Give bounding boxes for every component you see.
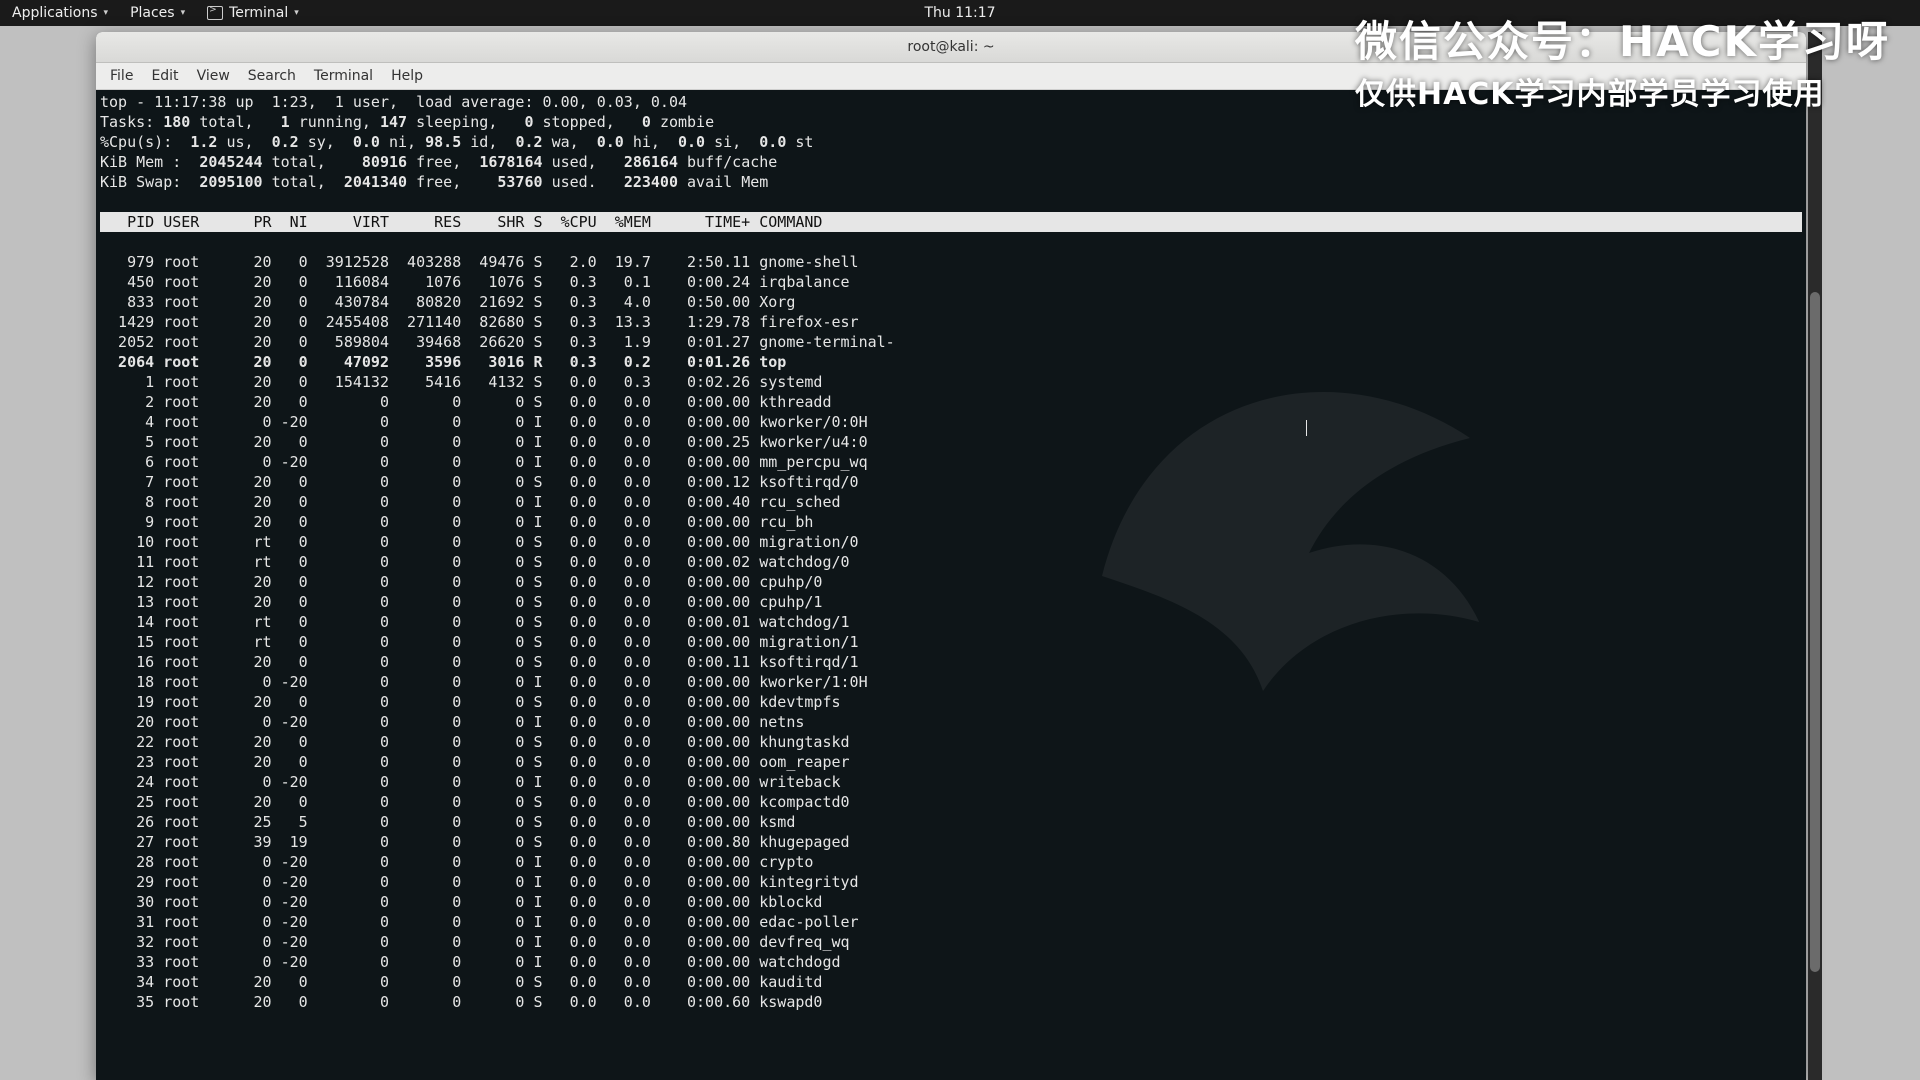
terminal-app-menu[interactable]: Terminal ▾ (207, 5, 299, 21)
menu-terminal[interactable]: Terminal (314, 68, 373, 84)
window-titlebar[interactable]: root@kali: ~ (96, 32, 1806, 63)
terminal-icon (207, 6, 223, 20)
terminal-body[interactable]: top - 11:17:38 up 1:23, 1 user, load ave… (96, 90, 1806, 1080)
vertical-scrollbar[interactable] (1808, 32, 1822, 1080)
places-label: Places (130, 5, 175, 21)
window-title: root@kali: ~ (907, 39, 994, 55)
window-menubar: File Edit View Search Terminal Help (96, 63, 1806, 90)
places-menu[interactable]: Places ▾ (130, 5, 185, 21)
menu-view[interactable]: View (197, 68, 230, 84)
top-output: top - 11:17:38 up 1:23, 1 user, load ave… (100, 92, 1802, 1012)
applications-menu[interactable]: Applications ▾ (12, 5, 108, 21)
terminal-window: root@kali: ~ File Edit View Search Termi… (96, 32, 1806, 1080)
clock[interactable]: Thu 11:17 (924, 5, 995, 21)
menu-file[interactable]: File (110, 68, 133, 84)
menu-search[interactable]: Search (248, 68, 296, 84)
text-cursor (1306, 420, 1307, 436)
applications-label: Applications (12, 5, 98, 21)
chevron-down-icon: ▾ (104, 8, 109, 18)
menu-edit[interactable]: Edit (151, 68, 178, 84)
menu-help[interactable]: Help (391, 68, 423, 84)
gnome-topbar: Applications ▾ Places ▾ Terminal ▾ Thu 1… (0, 0, 1920, 26)
chevron-down-icon: ▾ (181, 8, 186, 18)
terminal-app-label: Terminal (229, 5, 288, 21)
chevron-down-icon: ▾ (294, 8, 299, 18)
scrollbar-thumb[interactable] (1810, 292, 1820, 972)
